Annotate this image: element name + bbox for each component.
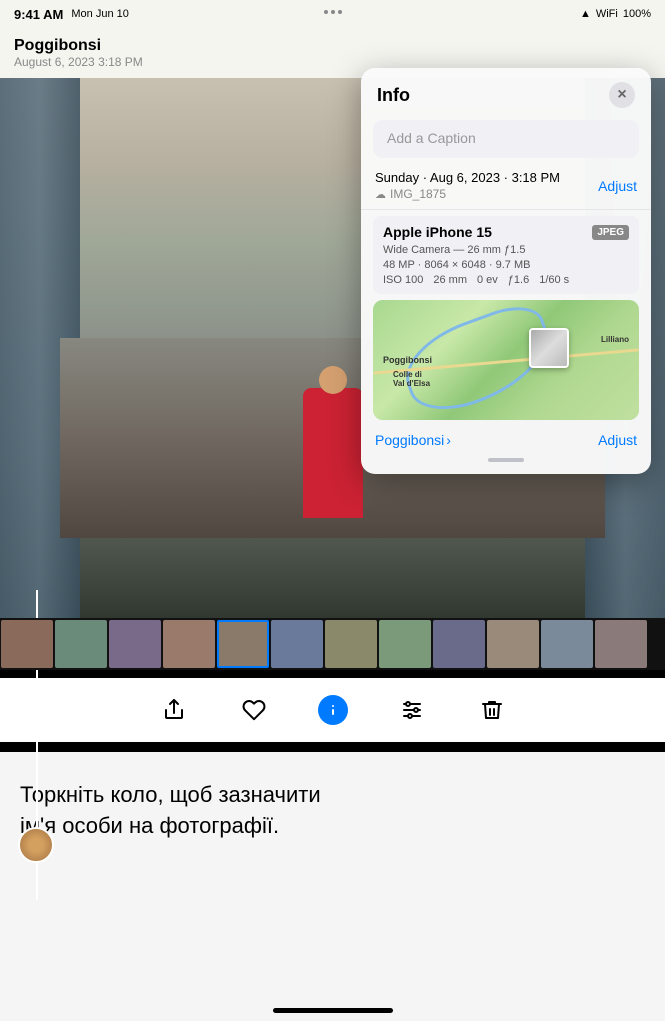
aperture-value: ƒ1.6: [508, 274, 529, 286]
info-panel: Info × Add a Caption Sunday · Aug 6, 202…: [361, 68, 651, 474]
map-marker: [529, 328, 569, 368]
bottom-text-area: Торкніть коло, щоб зазначити ім'я особи …: [0, 752, 665, 1021]
home-indicator: [273, 1008, 393, 1013]
info-close-button[interactable]: ×: [609, 82, 635, 108]
status-day-date: Mon Jun 10: [71, 8, 128, 20]
map-label-colle: Colle diVal d'Elsa: [393, 370, 430, 388]
thumbnail[interactable]: [541, 620, 593, 668]
close-icon: ×: [617, 86, 626, 104]
exposure-row: ISO 100 26 mm 0 ev ƒ1.6 1/60 s: [383, 274, 629, 286]
thumbnail[interactable]: [163, 620, 215, 668]
filename-row: ☁ IMG_1875: [375, 187, 560, 201]
location-arrow: ›: [446, 432, 451, 448]
three-dots-indicator: [324, 10, 342, 14]
location-label: Poggibonsi: [375, 432, 444, 448]
map-container[interactable]: Poggibonsi Colle diVal d'Elsa Lilliano: [373, 300, 639, 420]
adjust-date-button[interactable]: Adjust: [598, 178, 637, 194]
album-title: Poggibonsi: [14, 37, 143, 55]
adjust-location-button[interactable]: Adjust: [598, 432, 637, 448]
map-label-lilliano: Lilliano: [601, 335, 629, 344]
location-row: Poggibonsi › Adjust: [361, 426, 651, 448]
date-row: Sunday · Aug 6, 2023 · 3:18 PM ☁ IMG_187…: [361, 162, 651, 210]
thumbnail[interactable]: [487, 620, 539, 668]
date-text: Sunday · Aug 6, 2023 · 3:18 PM: [375, 170, 560, 185]
thumbnail[interactable]: [1, 620, 53, 668]
favorite-button[interactable]: [238, 694, 270, 726]
dot-3: [338, 10, 342, 14]
album-date: August 6, 2023 3:18 PM: [14, 55, 143, 69]
thumbnail[interactable]: [271, 620, 323, 668]
thumbnail[interactable]: [595, 620, 647, 668]
thumbnail[interactable]: [433, 620, 485, 668]
status-bar: 9:41 AM Mon Jun 10 ▲ WiFi 100%: [0, 0, 665, 28]
delete-button[interactable]: [476, 694, 508, 726]
toolbar: [0, 678, 665, 742]
mp-specs: 48 MP · 8064 × 6048 · 9.7 MB: [383, 259, 629, 271]
map-marker-image: [531, 330, 567, 366]
jpeg-badge: JPEG: [592, 225, 629, 240]
thumbnail[interactable]: [109, 620, 161, 668]
info-button[interactable]: [318, 695, 348, 725]
shutter-value: 1/60 s: [539, 274, 569, 286]
drag-handle: [488, 458, 524, 462]
date-info: Sunday · Aug 6, 2023 · 3:18 PM ☁ IMG_187…: [375, 170, 560, 201]
cloud-icon: ☁: [375, 188, 386, 201]
map-label-poggibonsi: Poggibonsi: [383, 355, 432, 365]
thumbnail[interactable]: [325, 620, 377, 668]
thumbnail[interactable]: [55, 620, 107, 668]
thumbnail[interactable]: [379, 620, 431, 668]
device-info: Apple iPhone 15 JPEG Wide Camera — 26 mm…: [373, 216, 639, 294]
instruction-line2: ім'я особи на фотографії.: [20, 813, 279, 838]
dot-2: [331, 10, 335, 14]
person-circle[interactable]: [18, 827, 54, 863]
iso-value: ISO 100: [383, 274, 423, 286]
device-header: Apple iPhone 15 JPEG: [383, 224, 629, 240]
location-button[interactable]: Poggibonsi ›: [375, 432, 451, 448]
thumbnail-active[interactable]: [217, 620, 269, 668]
filename: IMG_1875: [390, 187, 446, 201]
status-icons: ▲ WiFi 100%: [580, 8, 651, 20]
person-figure: [303, 388, 363, 518]
dot-1: [324, 10, 328, 14]
instruction-line1: Торкніть коло, щоб зазначити: [20, 782, 321, 807]
battery-icon: 100%: [623, 8, 651, 20]
status-time: 9:41 AM: [14, 7, 63, 22]
instruction-text: Торкніть коло, щоб зазначити ім'я особи …: [20, 780, 321, 842]
device-name: Apple iPhone 15: [383, 224, 492, 240]
person-head: [319, 366, 347, 394]
share-button[interactable]: [158, 694, 190, 726]
caption-input[interactable]: Add a Caption: [373, 120, 639, 158]
camera-specs: Wide Camera — 26 mm ƒ1.5: [383, 244, 629, 256]
focal-value: 26 mm: [433, 274, 467, 286]
info-panel-header: Info ×: [361, 68, 651, 116]
signal-icon: ▲: [580, 8, 591, 20]
wifi-icon: WiFi: [596, 8, 618, 20]
ev-value: 0 ev: [477, 274, 498, 286]
info-panel-title: Info: [377, 85, 410, 106]
adjust-button[interactable]: [396, 694, 428, 726]
caption-placeholder: Add a Caption: [387, 130, 476, 146]
film-strip[interactable]: [0, 618, 665, 670]
